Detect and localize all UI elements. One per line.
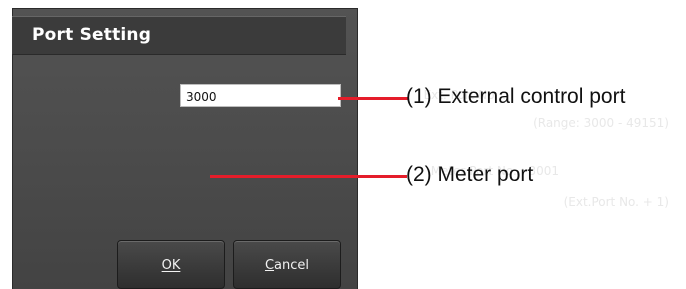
ok-button-label: OK bbox=[161, 258, 181, 273]
cancel-button[interactable]: Cancel bbox=[233, 240, 341, 289]
callout-meter-port: (2) Meter port bbox=[406, 163, 534, 186]
cancel-button-label: Cancel bbox=[264, 258, 310, 273]
meter-port-hint: (Ext.Port No. + 1) bbox=[563, 195, 669, 209]
callout-line-meter-port bbox=[210, 175, 407, 178]
dialog-title: Port Setting bbox=[32, 25, 152, 45]
ext-port-input[interactable] bbox=[180, 84, 341, 107]
callout-line-external-port bbox=[338, 97, 408, 100]
ok-button[interactable]: OK bbox=[117, 240, 225, 289]
callout-external-control-port: (1) External control port bbox=[406, 85, 626, 108]
ext-port-range-hint: (Range: 3000 - 49151) bbox=[533, 116, 669, 130]
dialog-title-bar: Port Setting bbox=[12, 16, 346, 55]
